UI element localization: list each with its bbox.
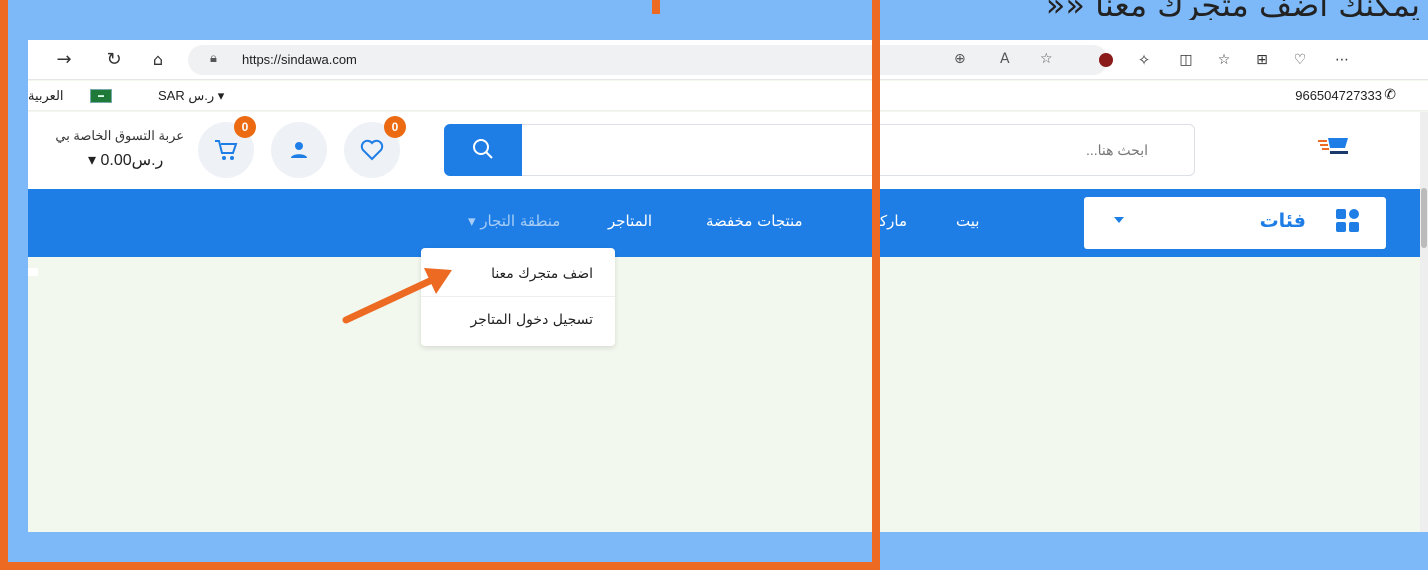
site-logo[interactable]	[1318, 132, 1352, 162]
grid-icon	[1336, 209, 1360, 233]
merchants-area-label: منطقة التجار	[480, 212, 561, 230]
browser-toolbar: → ↻ ⌂ 🔒︎ https://sindawa.com ⊕ A ☆ ✧ ◫ ☆…	[28, 40, 1428, 80]
refresh-icon[interactable]: ↻	[100, 46, 128, 74]
read-aloud-icon[interactable]: A	[1000, 51, 1010, 67]
nav-item-merchants-area[interactable]: ▾ منطقة التجار	[468, 212, 560, 230]
annotation-arrow-icon	[342, 268, 452, 324]
search-button[interactable]	[444, 124, 522, 176]
nav-item-discounted-products[interactable]: منتجات مخفضة	[706, 212, 803, 230]
scrollbar-thumb[interactable]	[1421, 188, 1427, 248]
page-marker	[28, 268, 38, 276]
health-icon[interactable]: ♡	[1286, 46, 1314, 74]
nav-item-brand[interactable]: ماركة	[872, 212, 907, 230]
saudi-flag-icon: ▬	[90, 89, 112, 103]
cart-title: عربة التسوق الخاصة بي	[28, 128, 184, 144]
favorites-list-icon[interactable]: ☆	[1210, 46, 1238, 74]
nav-item-stores[interactable]: المتاجر	[608, 212, 652, 230]
collections-icon[interactable]: ⊞	[1248, 46, 1276, 74]
cart-count-badge: 0	[234, 116, 256, 138]
currency-selector[interactable]: SAR ر.س ▾	[158, 88, 224, 104]
browser-window: → ↻ ⌂ 🔒︎ https://sindawa.com ⊕ A ☆ ✧ ◫ ☆…	[28, 40, 1428, 532]
categories-label: فئات	[1259, 210, 1306, 232]
annotation-frame-notch	[652, 0, 660, 14]
wishlist-count-badge: 0	[384, 116, 406, 138]
account-button[interactable]	[271, 122, 327, 178]
top-info-bar: العربية ▬ SAR ر.س ▾ 966504727333 ✆	[28, 81, 1428, 111]
chevron-down-icon	[1114, 217, 1124, 223]
menu-item-add-store[interactable]: اضف متجرك معنا	[491, 266, 593, 282]
phone-number: 966504727333	[1295, 88, 1382, 103]
more-icon[interactable]: ⋯	[1328, 46, 1356, 74]
back-icon[interactable]: →	[50, 46, 78, 74]
cart-title-label: عربة التسوق الخاصة بي	[55, 128, 184, 143]
lock-icon: 🔒︎	[210, 51, 217, 66]
zoom-icon[interactable]: ⊕	[954, 51, 966, 67]
puzzle-icon[interactable]: ✧	[1130, 46, 1158, 74]
search-placeholder: ابحث هنا...	[1085, 142, 1148, 158]
page-scrollbar[interactable]	[1420, 112, 1428, 532]
split-icon[interactable]: ◫	[1172, 46, 1200, 74]
search-input[interactable]: ابحث هنا...	[522, 124, 1195, 176]
site-header: عربة التسوق الخاصة بي ▾ 0.00ر.س 0 0 ابحث…	[28, 112, 1428, 189]
url-text: https://sindawa.com	[242, 52, 357, 67]
nav-item-home[interactable]: بيت	[956, 212, 979, 230]
language-selector[interactable]: العربية	[28, 88, 64, 104]
address-bar[interactable]: 🔒︎ https://sindawa.com ⊕ A ☆	[188, 45, 1108, 75]
cart-amount[interactable]: ▾ 0.00ر.س	[88, 150, 163, 170]
phone-icon: ✆	[1384, 86, 1396, 102]
cart-amount-label: 0.00ر.س	[100, 152, 164, 169]
home-icon[interactable]: ⌂	[144, 46, 172, 74]
main-nav-bar: فئات بيت ماركة منتجات مخفضة المتاجر ▾ من…	[28, 189, 1428, 257]
extension-icon[interactable]	[1092, 46, 1120, 74]
menu-item-store-login[interactable]: تسجيل دخول المتاجر	[470, 312, 593, 328]
currency-label: SAR ر.س	[158, 88, 215, 103]
favorite-icon[interactable]: ☆	[1040, 51, 1053, 67]
annotation-caption: يمكنك اضف متجرك معنا ««	[1045, 0, 1420, 20]
categories-dropdown[interactable]: فئات	[1084, 197, 1386, 249]
